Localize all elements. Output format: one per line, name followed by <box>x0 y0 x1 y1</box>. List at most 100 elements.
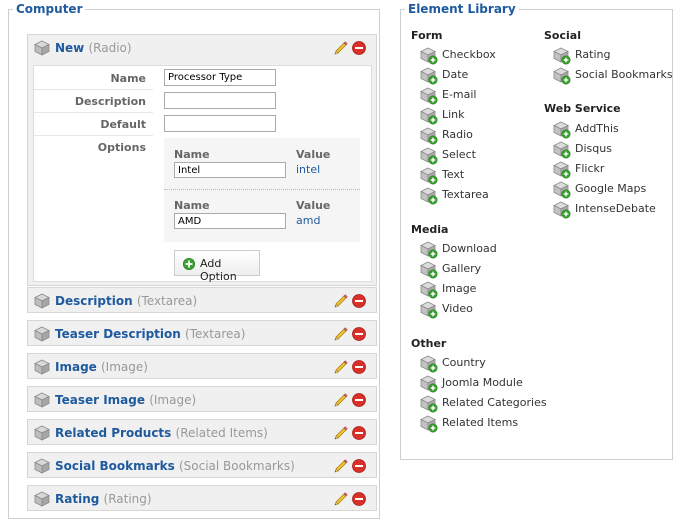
cube-icon <box>34 293 50 309</box>
option-name-field[interactable] <box>174 213 286 229</box>
cube-add-icon <box>420 147 438 165</box>
option-divider <box>164 189 360 190</box>
group-heading-social: Social <box>544 29 581 42</box>
delete-icon[interactable] <box>351 425 367 441</box>
pencil-icon[interactable] <box>333 40 349 56</box>
element-title[interactable]: Description (Textarea) <box>55 294 197 308</box>
cube-add-icon <box>420 415 438 433</box>
element-type: (Social Bookmarks) <box>178 459 295 473</box>
pencil-icon[interactable] <box>333 359 349 375</box>
option-value[interactable]: intel <box>296 163 320 176</box>
delete-icon[interactable] <box>351 359 367 375</box>
name-label: Name <box>110 72 146 85</box>
row-divider <box>34 89 153 90</box>
add-icon <box>182 257 196 271</box>
cube-add-icon <box>420 395 438 413</box>
element-name: New <box>55 41 85 55</box>
add-option-label: Add Option <box>200 257 237 283</box>
library-legend: Element Library <box>405 2 519 16</box>
add-option-button[interactable]: Add Option <box>174 250 260 283</box>
cube-icon <box>34 392 50 408</box>
group-heading-form: Form <box>411 29 443 42</box>
delete-icon[interactable] <box>351 458 367 474</box>
row-divider <box>34 135 153 136</box>
library-item-label: Text <box>442 168 465 181</box>
element-new-radio: New (Radio) Name Description Default Opt… <box>27 34 377 286</box>
cube-add-icon <box>553 161 571 179</box>
cube-add-icon <box>420 281 438 299</box>
element-title[interactable]: Image (Image) <box>55 360 148 374</box>
delete-icon[interactable] <box>351 326 367 342</box>
library-item-label: Rating <box>575 48 611 61</box>
element-name: Related Products <box>55 426 172 440</box>
element-row-image[interactable]: Image (Image) <box>27 353 377 379</box>
library-item-label: Video <box>442 302 473 315</box>
cube-add-icon <box>420 87 438 105</box>
row-divider <box>34 112 153 113</box>
options-label: Options <box>97 141 146 154</box>
library-item-label: Date <box>442 68 469 81</box>
element-row-teaser-image[interactable]: Teaser Image (Image) <box>27 386 377 412</box>
element-row-related-products[interactable]: Related Products (Related Items) <box>27 419 377 445</box>
name-field[interactable] <box>164 69 276 86</box>
element-type: (Related Items) <box>175 426 268 440</box>
description-label: Description <box>74 95 146 108</box>
element-title[interactable]: Teaser Description (Textarea) <box>55 327 245 341</box>
library-item-label: E-mail <box>442 88 477 101</box>
pencil-icon[interactable] <box>333 425 349 441</box>
library-item-label: Radio <box>442 128 473 141</box>
delete-icon[interactable] <box>351 491 367 507</box>
pencil-icon[interactable] <box>333 293 349 309</box>
cube-add-icon <box>420 167 438 185</box>
cube-add-icon <box>420 375 438 393</box>
default-label: Default <box>100 118 146 131</box>
library-item-label: Image <box>442 282 477 295</box>
cube-add-icon <box>553 121 571 139</box>
element-type: (Textarea) <box>185 327 246 341</box>
pencil-icon[interactable] <box>333 326 349 342</box>
element-header[interactable]: New (Radio) <box>28 35 376 61</box>
pencil-icon[interactable] <box>333 491 349 507</box>
library-item-label: Gallery <box>442 262 482 275</box>
cube-add-icon <box>553 67 571 85</box>
element-row-social-bookmarks[interactable]: Social Bookmarks (Social Bookmarks) <box>27 452 377 478</box>
element-name: Teaser Description <box>55 327 181 341</box>
cube-add-icon <box>553 201 571 219</box>
option-name-label: Name <box>174 148 210 161</box>
element-title[interactable]: New (Radio) <box>55 41 132 55</box>
element-row-teaser-description[interactable]: Teaser Description (Textarea) <box>27 320 377 346</box>
cube-add-icon <box>420 47 438 65</box>
element-type: (Radio) <box>88 41 132 55</box>
pencil-icon[interactable] <box>333 458 349 474</box>
library-item-label: Select <box>442 148 476 161</box>
element-title[interactable]: Related Products (Related Items) <box>55 426 268 440</box>
element-name: Rating <box>55 492 100 506</box>
element-row-rating[interactable]: Rating (Rating) <box>27 485 377 511</box>
cube-add-icon <box>420 187 438 205</box>
element-row-description[interactable]: Description (Textarea) <box>27 287 377 313</box>
delete-icon[interactable] <box>351 40 367 56</box>
cube-add-icon <box>420 107 438 125</box>
cube-add-icon <box>420 355 438 373</box>
delete-icon[interactable] <box>351 392 367 408</box>
element-name: Image <box>55 360 97 374</box>
element-title[interactable]: Rating (Rating) <box>55 492 152 506</box>
pencil-icon[interactable] <box>333 392 349 408</box>
library-item-label: Flickr <box>575 162 605 175</box>
element-title[interactable]: Social Bookmarks (Social Bookmarks) <box>55 459 295 473</box>
option-value[interactable]: amd <box>296 214 320 227</box>
option-name-field[interactable] <box>174 162 286 178</box>
delete-icon[interactable] <box>351 293 367 309</box>
element-config-form: Name Description Default Options Name Va… <box>33 65 372 283</box>
default-field[interactable] <box>164 115 276 132</box>
element-title[interactable]: Teaser Image (Image) <box>55 393 196 407</box>
library-item-label: Link <box>442 108 465 121</box>
library-item-label: Related Items <box>442 416 519 429</box>
cube-add-icon <box>420 67 438 85</box>
cube-add-icon <box>553 141 571 159</box>
cube-icon <box>34 491 50 507</box>
cube-add-icon <box>420 241 438 259</box>
group-heading-web-service: Web Service <box>544 102 621 115</box>
cube-icon <box>34 359 50 375</box>
description-field[interactable] <box>164 92 276 109</box>
